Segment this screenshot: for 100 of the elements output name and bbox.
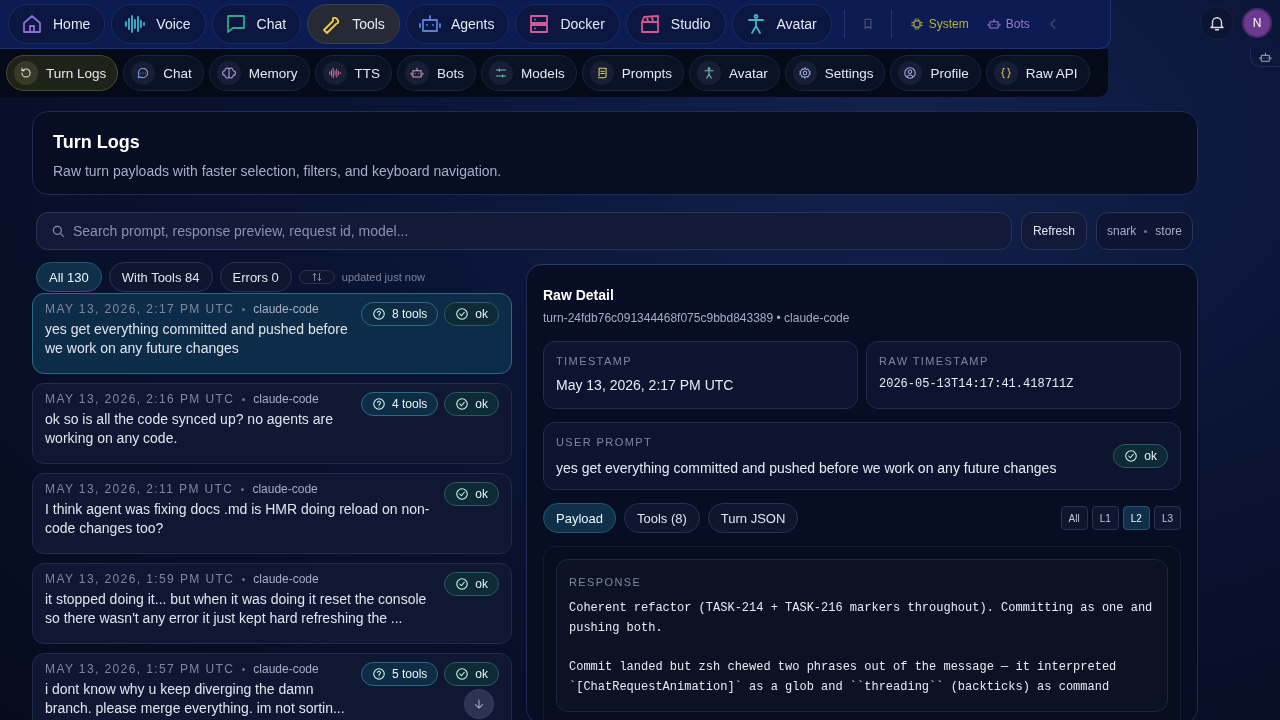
turn-timestamp: MAY 13, 2026, 1:59 PM UTC bbox=[45, 572, 235, 586]
notifications-button[interactable] bbox=[1200, 6, 1234, 40]
response-text: Commit landed but zsh chewed two phrases out of the message — it interpreted `[ChatRequestAnimation]` as a glob and ``threading`` (backticks) as command bbox=[569, 659, 1118, 696]
nav-tab[interactable]: Docker bbox=[515, 4, 620, 44]
robot-icon bbox=[986, 17, 1001, 31]
history-icon bbox=[19, 66, 33, 80]
field-label: RAW TIMESTAMP bbox=[879, 355, 990, 367]
sub-nav-tab[interactable]: Chat bbox=[123, 55, 204, 91]
updated-status: updated just now bbox=[341, 271, 425, 283]
field-value: yes get everything committed and pushed before we work on any future changes bbox=[556, 460, 1057, 476]
sub-nav-tab[interactable]: Prompts bbox=[581, 55, 684, 91]
bot-button[interactable] bbox=[1250, 49, 1280, 67]
nav-tab[interactable]: Home bbox=[8, 4, 106, 44]
turn-card[interactable]: MAY 13, 2026, 2:17 PM UTC claude-code yes get everything committed and pushed before we work on any future changes 8 tools ok bbox=[32, 293, 512, 374]
filter-tab[interactable]: All 130 bbox=[36, 262, 102, 292]
turn-prompt: I think agent was fixing docs .md is HMR doing reload on non-code changes too? bbox=[45, 500, 431, 538]
nav-link[interactable]: Bots bbox=[980, 13, 1036, 35]
ok-status-badge: ok bbox=[444, 302, 499, 326]
check-circle-icon bbox=[455, 667, 470, 681]
sub-nav-tab[interactable]: Models bbox=[481, 55, 577, 91]
field-label: USER PROMPT bbox=[556, 436, 654, 448]
ok-status-badge: ok bbox=[1113, 444, 1168, 468]
nav-tab[interactable]: Agents bbox=[405, 4, 510, 44]
turn-prompt: i dont know why u keep diverging the damn branch. please merge everything. im not sortin... bbox=[45, 680, 346, 718]
sort-button[interactable] bbox=[298, 270, 335, 284]
response-text: Coherent refactor (TASK-214 + TASK-216 markers throughout). Committing as one and pushing both. bbox=[569, 600, 1154, 637]
ok-status-badge: ok bbox=[444, 482, 499, 506]
turn-timestamp: MAY 13, 2026, 2:17 PM UTC bbox=[45, 302, 235, 316]
tools-count-badge: 5 tools bbox=[360, 662, 439, 686]
help-circle-icon bbox=[371, 397, 386, 411]
bubble-icon bbox=[136, 66, 151, 80]
turn-timestamp: MAY 13, 2026, 2:16 PM UTC bbox=[45, 392, 235, 406]
refresh-button[interactable]: Refresh bbox=[1020, 212, 1087, 250]
turn-source: claude-code bbox=[253, 572, 319, 586]
person-icon bbox=[701, 66, 716, 80]
nav-tab[interactable]: Studio bbox=[625, 4, 726, 44]
nav-tab[interactable]: Chat bbox=[211, 4, 302, 44]
sub-nav-tab[interactable]: Bots bbox=[397, 55, 477, 91]
robot-icon bbox=[410, 66, 425, 80]
sub-nav-tab[interactable]: Turn Logs bbox=[6, 55, 119, 91]
detail-tab[interactable]: Tools (8) bbox=[624, 503, 700, 533]
turn-source: claude-code bbox=[252, 482, 318, 496]
field-label: RESPONSE bbox=[569, 576, 642, 588]
nav-tab[interactable]: Tools bbox=[307, 4, 400, 44]
home-icon bbox=[20, 12, 44, 36]
sub-nav-tab[interactable]: Avatar bbox=[688, 55, 780, 91]
check-circle-icon bbox=[455, 307, 470, 321]
sub-nav-tab[interactable]: Memory bbox=[208, 55, 310, 91]
user-icon bbox=[903, 66, 918, 80]
source-name: snark bbox=[1106, 224, 1137, 238]
ok-status-badge: ok bbox=[444, 572, 499, 596]
turn-card[interactable]: MAY 13, 2026, 2:16 PM UTC claude-code ok so is all the code synced up? no agents are working on any code. 4 tools ok bbox=[32, 383, 512, 464]
level-toggle[interactable]: L2 bbox=[1122, 506, 1150, 530]
bell-icon bbox=[1208, 14, 1226, 32]
robot-icon bbox=[1259, 51, 1272, 64]
turn-id: turn-24fdb76c091344468f075c9bbd843389 • claude-code bbox=[543, 311, 851, 325]
sub-nav-tab[interactable]: Settings bbox=[784, 55, 886, 91]
ok-status-badge: ok bbox=[444, 662, 499, 686]
gear-icon bbox=[797, 66, 812, 80]
turn-timestamp: MAY 13, 2026, 1:57 PM UTC bbox=[45, 662, 235, 676]
help-circle-icon bbox=[371, 667, 386, 681]
nav-link[interactable]: System bbox=[903, 13, 975, 35]
filter-tab[interactable]: Errors 0 bbox=[219, 262, 292, 292]
level-toggle[interactable]: L3 bbox=[1153, 506, 1181, 530]
check-circle-icon bbox=[455, 577, 470, 591]
turn-timestamp: MAY 13, 2026, 2:11 PM UTC bbox=[45, 482, 234, 496]
detail-tab[interactable]: Turn JSON bbox=[707, 503, 799, 533]
turn-card[interactable]: MAY 13, 2026, 1:57 PM UTC claude-code i dont know why u keep diverging the damn branch. please merge everything. im not sortin... 5 tools ok bbox=[32, 653, 512, 720]
page-subtitle: Raw turn payloads with faster selection, filters, and keyboard navigation. bbox=[53, 163, 503, 179]
turn-source: claude-code bbox=[253, 302, 319, 316]
sliders-icon bbox=[494, 66, 509, 80]
ok-status-badge: ok bbox=[444, 392, 499, 416]
arrow-down-icon bbox=[472, 697, 486, 711]
turn-card[interactable]: MAY 13, 2026, 1:59 PM UTC claude-code it stopped doing it... but when it was doing it reset the console so there wasn't any error it just kept hard refreshing the ... ok bbox=[32, 563, 512, 644]
turn-card[interactable]: MAY 13, 2026, 2:11 PM UTC claude-code I think agent was fixing docs .md is HMR doing reload on non-code changes too? ok bbox=[32, 473, 512, 554]
sub-nav-tab[interactable]: Profile bbox=[890, 55, 981, 91]
turn-prompt: ok so is all the code synced up? no agents are working on any code. bbox=[45, 410, 334, 448]
brain-icon bbox=[221, 66, 236, 80]
turn-prompt: yes get everything committed and pushed before we work on any future changes bbox=[45, 320, 349, 358]
level-toggle[interactable]: L1 bbox=[1091, 506, 1119, 530]
check-circle-icon bbox=[1124, 449, 1139, 463]
tools-count-badge: 8 tools bbox=[360, 302, 439, 326]
check-circle-icon bbox=[455, 397, 470, 411]
turn-prompt: it stopped doing it... but when it was doing it reset the console so there wasn't any error it just kept hard refreshing the ... bbox=[45, 590, 428, 628]
wave-icon bbox=[123, 12, 148, 36]
filter-tab[interactable]: With Tools 84 bbox=[108, 262, 213, 292]
sub-nav-tab[interactable]: Raw API bbox=[985, 55, 1090, 91]
turn-source: claude-code bbox=[253, 392, 319, 406]
help-circle-icon bbox=[371, 307, 386, 321]
sub-nav-tab[interactable]: TTS bbox=[314, 55, 393, 91]
nav-tab[interactable]: Voice bbox=[111, 4, 206, 44]
detail-tab[interactable]: Payload bbox=[543, 503, 616, 533]
search-field[interactable]: Search prompt, response preview, request id, model... bbox=[36, 212, 1012, 250]
chip-icon bbox=[909, 17, 924, 31]
level-toggle[interactable]: All bbox=[1060, 506, 1088, 530]
source-name: store bbox=[1155, 224, 1182, 238]
tools-count-badge: 4 tools bbox=[360, 392, 439, 416]
user-avatar[interactable]: N bbox=[1242, 8, 1272, 38]
nav-tab[interactable]: Avatar bbox=[731, 4, 832, 44]
field-value: May 13, 2026, 2:17 PM UTC bbox=[556, 377, 735, 393]
